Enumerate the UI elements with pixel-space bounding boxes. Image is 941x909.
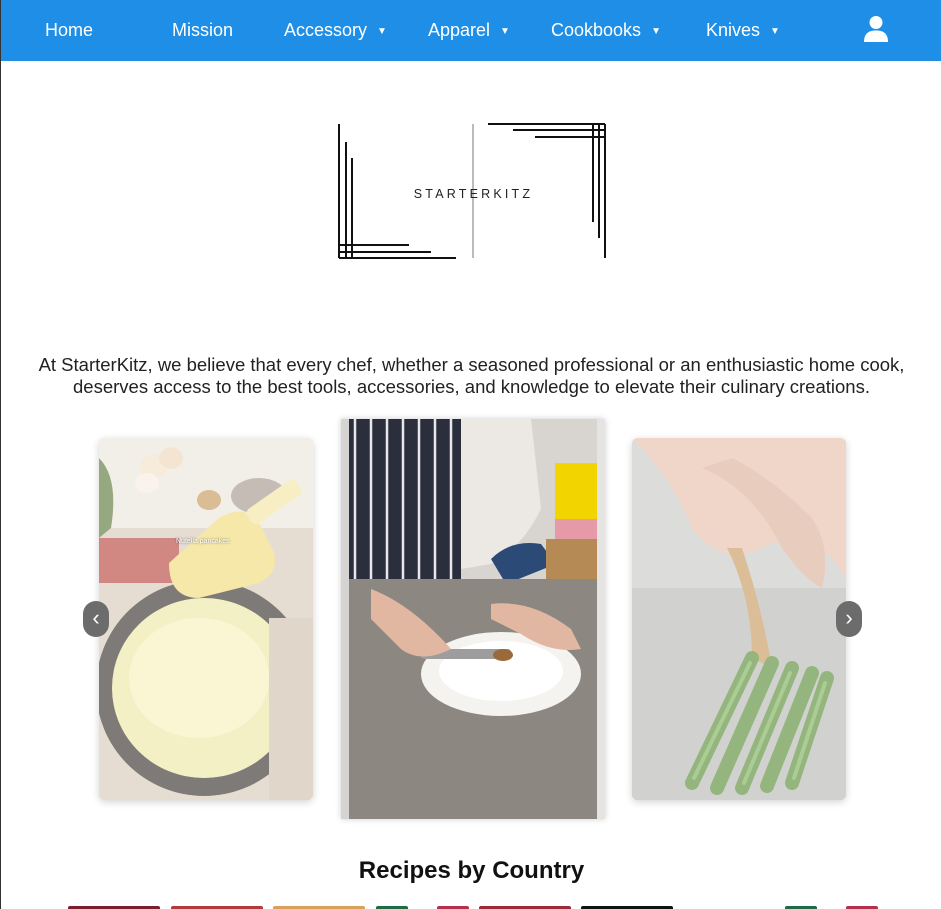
chef-plating-video-thumbnail	[341, 419, 605, 819]
recipes-section-title: Recipes by Country	[358, 857, 585, 884]
nav-knives[interactable]: Knives ▼	[706, 0, 780, 61]
carousel-slide-asparagus[interactable]	[632, 438, 846, 800]
nav-mission[interactable]: Mission	[172, 0, 233, 61]
nav-accessory-label: Accessory	[284, 20, 368, 40]
nav-cookbooks-label: Cookbooks	[551, 20, 642, 40]
carousel-slide-pancakes[interactable]: Nutella pancakes	[99, 438, 313, 800]
starterkitz-logo[interactable]: STARTERKITZ	[331, 118, 616, 263]
carousel-next-button[interactable]: ›	[836, 601, 862, 637]
carousel-slide-chef[interactable]	[341, 419, 605, 819]
nav-cookbooks[interactable]: Cookbooks ▼	[551, 0, 661, 61]
intro-paragraph: At StarterKitz, we believe that every ch…	[1, 354, 941, 398]
chevron-down-icon: ▼	[770, 26, 780, 37]
chevron-down-icon: ▼	[500, 26, 510, 37]
logo-text: STARTERKITZ	[413, 187, 534, 201]
nav-mission-label: Mission	[172, 20, 234, 40]
nav-home[interactable]: Home	[45, 0, 93, 61]
chevron-down-icon: ▼	[377, 26, 387, 37]
nav-accessory[interactable]: Accessory ▼	[284, 0, 387, 61]
carousel-prev-button[interactable]: ‹	[83, 601, 109, 637]
top-nav: Home Mission Accessory ▼ Apparel ▼ Cookboo…	[1, 0, 941, 61]
chevron-down-icon: ▼	[651, 26, 661, 37]
nav-home-label: Home	[45, 20, 94, 40]
pancakes-video-thumbnail	[99, 438, 313, 800]
user-icon[interactable]	[863, 15, 889, 43]
asparagus-video-thumbnail	[632, 438, 846, 800]
intro-line-1: At StarterKitz, we believe that every ch…	[38, 354, 905, 375]
video-caption: Nutella pancakes	[176, 538, 230, 545]
nav-knives-label: Knives	[706, 20, 761, 40]
nav-apparel[interactable]: Apparel ▼	[428, 0, 510, 61]
intro-line-2: deserves access to the best tools, acces…	[73, 376, 870, 397]
nav-apparel-label: Apparel	[428, 20, 491, 40]
